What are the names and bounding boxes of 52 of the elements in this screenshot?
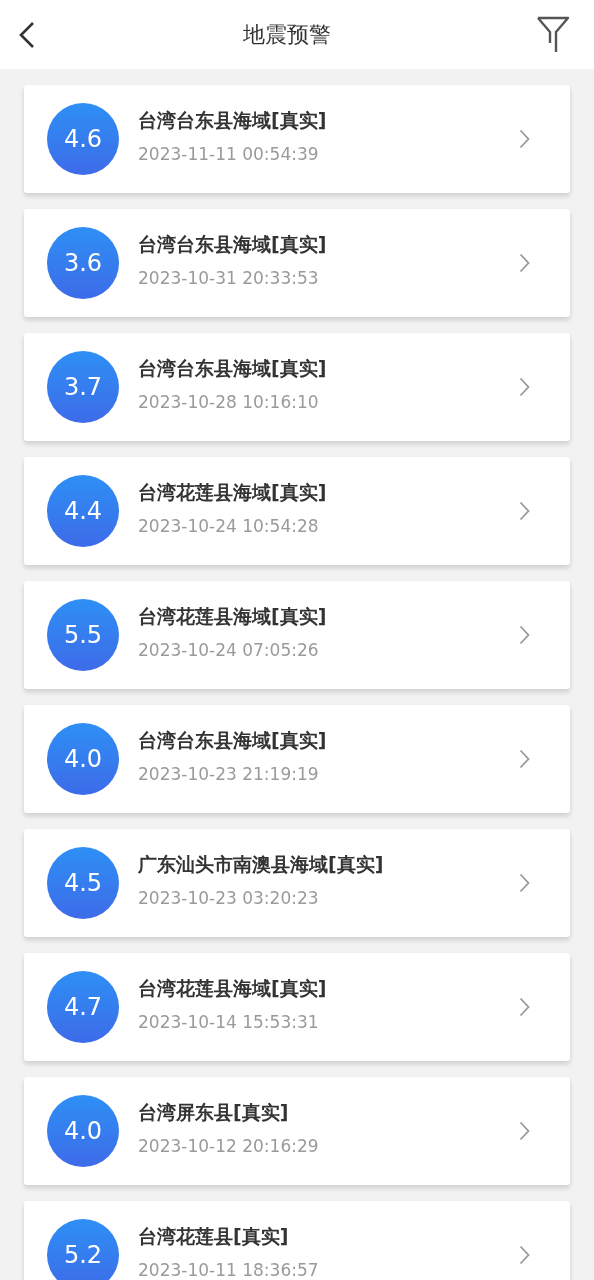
time-text: 2023-10-12 20:16:29 xyxy=(138,1136,320,1156)
magnitude-badge: 4.7 xyxy=(47,971,119,1043)
magnitude-badge: 4.0 xyxy=(47,1095,119,1167)
chevron-right-icon xyxy=(519,1245,530,1265)
time-text: 2023-10-31 20:33:53 xyxy=(138,268,320,288)
chevron-right-icon xyxy=(519,749,530,769)
chevron-right-icon xyxy=(519,129,530,149)
chevron-right-icon xyxy=(519,253,530,273)
chevron-right-icon xyxy=(519,997,530,1017)
location-text: 台湾屏东县[真实] xyxy=(138,1100,290,1125)
chevron-right-icon xyxy=(519,625,530,645)
time-text: 2023-11-11 00:54:39 xyxy=(138,144,320,164)
location-text: 台湾花莲县[真实] xyxy=(138,1224,290,1249)
location-text: 台湾台东县海域[真实] xyxy=(138,232,328,257)
time-text: 2023-10-14 15:53:31 xyxy=(138,1012,320,1032)
magnitude-badge: 5.2 xyxy=(47,1219,119,1280)
magnitude-badge: 4.0 xyxy=(47,723,119,795)
time-text: 2023-10-28 10:16:10 xyxy=(138,392,320,412)
earthquake-card[interactable]: 3.7 台湾台东县海域[真实] 2023-10-28 10:16:10 xyxy=(24,333,570,441)
magnitude-badge: 4.5 xyxy=(47,847,119,919)
time-text: 2023-10-23 03:20:23 xyxy=(138,888,320,908)
magnitude-badge: 3.7 xyxy=(47,351,119,423)
earthquake-card[interactable]: 4.0 台湾屏东县[真实] 2023-10-12 20:16:29 xyxy=(24,1077,570,1185)
location-text: 台湾台东县海域[真实] xyxy=(138,728,328,753)
magnitude-badge: 4.4 xyxy=(47,475,119,547)
page-title: 地震预警 xyxy=(243,20,331,49)
magnitude-badge: 4.6 xyxy=(47,103,119,175)
earthquake-card[interactable]: 4.4 台湾花莲县海域[真实] 2023-10-24 10:54:28 xyxy=(24,457,570,565)
location-text: 台湾花莲县海域[真实] xyxy=(138,976,328,1001)
time-text: 2023-10-24 07:05:26 xyxy=(138,640,320,660)
time-text: 2023-10-24 10:54:28 xyxy=(138,516,320,536)
earthquake-card[interactable]: 5.2 台湾花莲县[真实] 2023-10-11 18:36:57 xyxy=(24,1201,570,1280)
earthquake-card[interactable]: 5.5 台湾花莲县海域[真实] 2023-10-24 07:05:26 xyxy=(24,581,570,689)
earthquake-card[interactable]: 4.5 广东汕头市南澳县海域[真实] 2023-10-23 03:20:23 xyxy=(24,829,570,937)
filter-icon[interactable] xyxy=(536,15,570,54)
time-text: 2023-10-11 18:36:57 xyxy=(138,1260,320,1280)
location-text: 广东汕头市南澳县海域[真实] xyxy=(138,852,385,877)
location-text: 台湾花莲县海域[真实] xyxy=(138,604,328,629)
location-text: 台湾台东县海域[真实] xyxy=(138,356,328,381)
chevron-right-icon xyxy=(519,501,530,521)
magnitude-badge: 3.6 xyxy=(47,227,119,299)
chevron-right-icon xyxy=(519,1121,530,1141)
magnitude-badge: 5.5 xyxy=(47,599,119,671)
earthquake-card[interactable]: 3.6 台湾台东县海域[真实] 2023-10-31 20:33:53 xyxy=(24,209,570,317)
earthquake-card[interactable]: 4.6 台湾台东县海域[真实] 2023-11-11 00:54:39 xyxy=(24,85,570,193)
chevron-right-icon xyxy=(519,873,530,893)
location-text: 台湾台东县海域[真实] xyxy=(138,108,328,133)
earthquake-card[interactable]: 4.0 台湾台东县海域[真实] 2023-10-23 21:19:19 xyxy=(24,705,570,813)
earthquake-card[interactable]: 4.7 台湾花莲县海域[真实] 2023-10-14 15:53:31 xyxy=(24,953,570,1061)
chevron-right-icon xyxy=(519,377,530,397)
time-text: 2023-10-23 21:19:19 xyxy=(138,764,320,784)
location-text: 台湾花莲县海域[真实] xyxy=(138,480,328,505)
